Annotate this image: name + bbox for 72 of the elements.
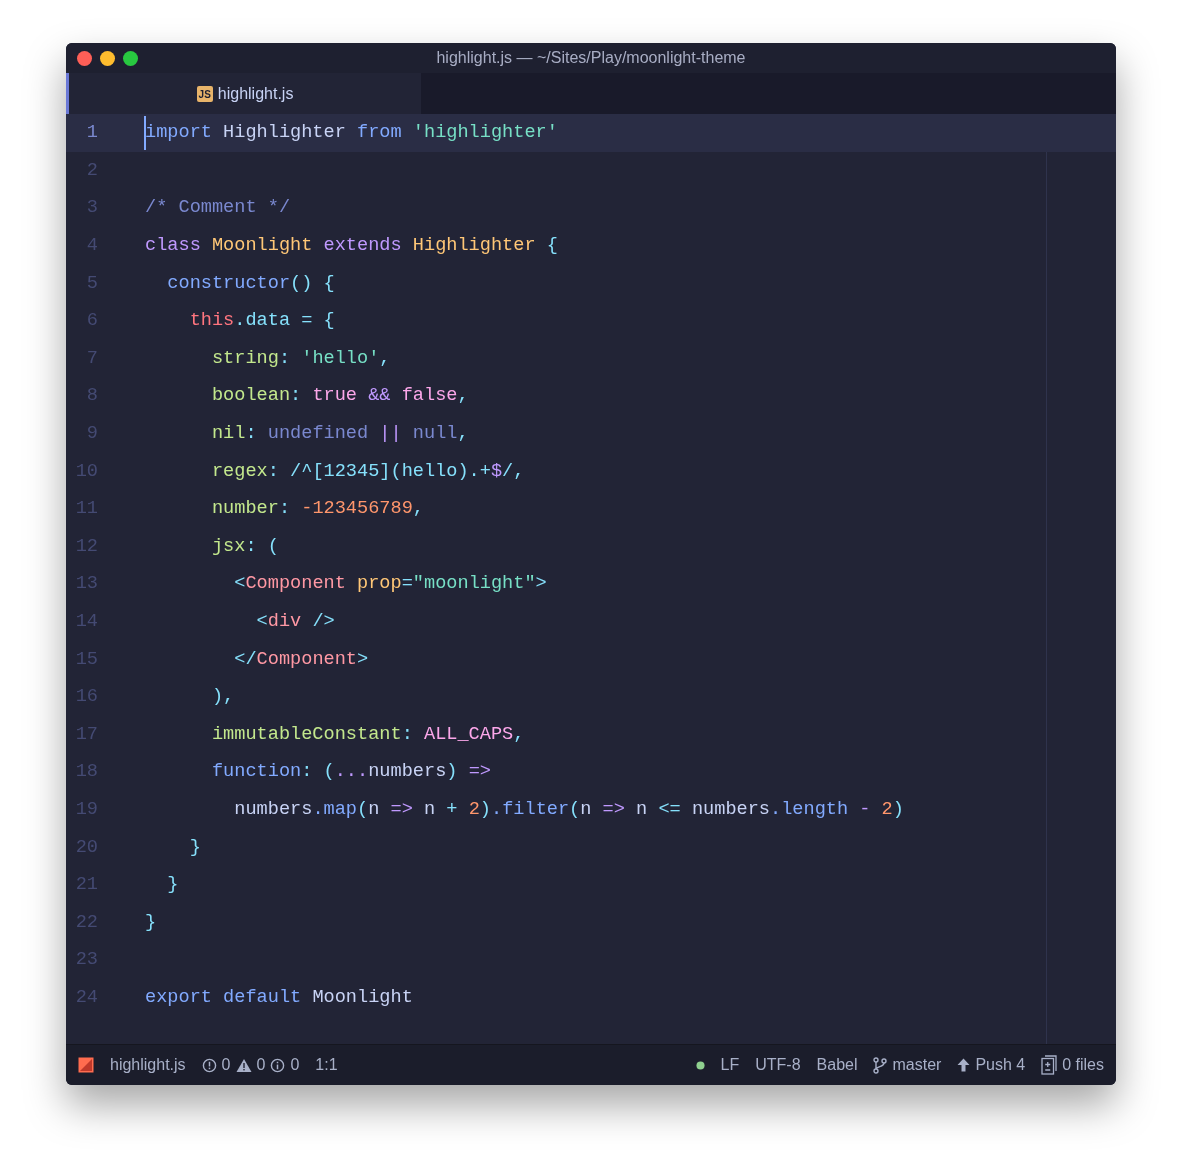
code-line: }	[188, 836, 201, 858]
window-title: highlight.js — ~/Sites/Play/moonlight-theme	[436, 49, 746, 67]
branch-icon[interactable]	[873, 1056, 888, 1074]
file-tab[interactable]: JS highlight.js	[66, 73, 421, 114]
line-number: 9	[85, 423, 98, 445]
code-line: regex: /^[12345](hello).+$/,	[210, 460, 525, 482]
document-diff-icon[interactable]	[1041, 1055, 1058, 1075]
line-number: 10	[74, 460, 98, 482]
line-number: 7	[85, 347, 98, 369]
js-file-icon: JS	[196, 85, 213, 102]
line-number: 19	[74, 799, 98, 820]
line-number: 11	[74, 498, 98, 520]
line-number: 21	[74, 874, 98, 896]
grammar[interactable]: Babel	[816, 1056, 858, 1074]
line-number: 22	[74, 911, 98, 933]
error-icon[interactable]	[201, 1057, 217, 1073]
changed-files[interactable]: 0 files	[1062, 1056, 1104, 1074]
line-number: 14	[74, 611, 98, 632]
line-number: 24	[74, 986, 98, 1008]
code-line: <Component prop="moonlight">	[233, 573, 547, 595]
arrow-up-icon[interactable]	[957, 1058, 971, 1072]
code-line: numbers.map(n => n + 2).filter(n => n <= numbers.length - 2)	[233, 799, 904, 820]
code-line: </Component>	[233, 648, 369, 670]
code-line: this.data = {	[188, 310, 335, 332]
code-line: function: (...numbers) =>	[210, 761, 491, 783]
line-number: 13	[74, 573, 98, 595]
code-line: <div />	[255, 611, 335, 632]
line-number: 8	[85, 385, 98, 407]
line-number: 2	[85, 159, 98, 181]
branch-name[interactable]: master	[892, 1056, 942, 1074]
line-number: 17	[74, 723, 98, 745]
encoding[interactable]: UTF-8	[755, 1056, 801, 1074]
line-number: 12	[74, 535, 98, 557]
file-name[interactable]: highlight.js	[110, 1056, 186, 1074]
code-line: class Moonlight extends Highlighter {	[145, 235, 558, 257]
code-line: number: -123456789,	[210, 498, 424, 520]
close-button[interactable]	[77, 50, 92, 66]
code-line: jsx: (	[210, 535, 279, 557]
code-line: }	[166, 874, 179, 896]
status-dot-icon	[695, 1060, 705, 1070]
file-status-icon	[78, 1057, 94, 1073]
line-number: 23	[74, 949, 98, 971]
line-number: 18	[74, 761, 98, 783]
code-line: boolean: true && false,	[210, 385, 469, 407]
line-ending[interactable]: LF	[720, 1056, 740, 1074]
info-icon[interactable]	[270, 1057, 286, 1073]
code-line: }	[145, 911, 157, 933]
line-number: 16	[74, 686, 98, 708]
code-line: constructor() {	[166, 272, 335, 294]
code-line: immutableConstant: ALL_CAPS,	[210, 723, 525, 745]
code-line: /* Comment */	[145, 197, 291, 219]
minimize-button[interactable]	[100, 50, 115, 66]
warning-icon[interactable]	[235, 1057, 252, 1073]
text-cursor	[144, 116, 146, 150]
code-line: nil: undefined || null,	[210, 423, 469, 445]
line-number: 1	[85, 122, 98, 144]
zoom-button[interactable]	[123, 50, 138, 66]
code-line: ),	[210, 686, 235, 708]
code-line: export default Moonlight	[145, 986, 413, 1008]
line-number: 5	[85, 272, 98, 294]
code-line: import Highlighter from 'highlighter'	[145, 122, 558, 144]
code-line: string: 'hello',	[210, 347, 391, 369]
cursor-position[interactable]: 1:1	[315, 1056, 338, 1074]
error-count: 0	[221, 1056, 231, 1074]
info-count: 0	[290, 1056, 300, 1074]
push-label[interactable]: Push 4	[975, 1056, 1026, 1074]
warning-count: 0	[256, 1056, 266, 1074]
line-number: 6	[85, 310, 98, 332]
line-number: 15	[74, 648, 98, 670]
line-number: 20	[74, 836, 98, 858]
line-number: 4	[85, 235, 98, 257]
line-number: 3	[85, 197, 98, 219]
